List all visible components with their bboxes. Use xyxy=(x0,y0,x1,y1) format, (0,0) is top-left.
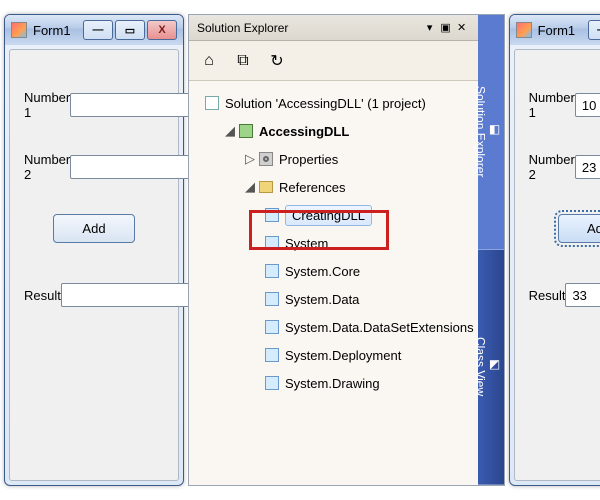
reference-icon xyxy=(263,318,281,336)
titlebar[interactable]: Form1 — ▭ X xyxy=(5,15,183,45)
panel-close-icon[interactable]: ✕ xyxy=(454,21,470,34)
reference-icon xyxy=(263,262,281,280)
tree-references-label: References xyxy=(279,180,345,195)
result-input[interactable] xyxy=(565,283,600,307)
result-label: Result xyxy=(24,288,61,303)
tree-ref-label: System.Data.DataSetExtensions xyxy=(285,320,474,335)
result-label: Result xyxy=(529,288,566,303)
tree-solution-label: Solution 'AccessingDLL' (1 project) xyxy=(225,96,426,111)
project-icon xyxy=(237,122,255,140)
number2-label: Number 2 xyxy=(24,152,70,182)
solution-explorer-body: Solution Explorer ▾ ▣ ✕ ⌂ ⧉ ↻ Solution '… xyxy=(189,15,478,485)
panel-pin-icon[interactable]: ▣ xyxy=(438,21,454,34)
number2-label: Number 2 xyxy=(529,152,575,182)
number2-row: Number 2 xyxy=(529,152,600,182)
tree-ref-label: System.Core xyxy=(285,264,360,279)
reference-icon xyxy=(263,374,281,392)
form1-window-filled: Form1 — ▭ X Number 1 Number 2 Add Result xyxy=(509,14,600,486)
vtab-class-view[interactable]: ◩ Class View xyxy=(478,250,504,485)
add-button[interactable]: Add xyxy=(53,214,134,243)
client-area: Number 1 Number 2 Add Result xyxy=(514,49,600,481)
toolbar-showall-icon[interactable]: ⧉ xyxy=(231,49,255,73)
vertical-tab-strip: ◧ Solution Explorer ◩ Class View xyxy=(478,15,504,485)
solution-explorer-icon: ◧ xyxy=(488,25,502,233)
result-row: Result xyxy=(529,283,600,307)
tree-ref-system-data[interactable]: System.Data xyxy=(193,285,474,313)
folder-icon xyxy=(257,178,275,196)
vtab-label: Class View xyxy=(474,337,488,396)
reference-icon xyxy=(263,206,281,224)
reference-icon xyxy=(263,290,281,308)
panel-title: Solution Explorer xyxy=(197,21,422,35)
number2-row: Number 2 xyxy=(24,152,164,182)
tree-ref-system-core[interactable]: System.Core xyxy=(193,257,474,285)
maximize-button[interactable]: ▭ xyxy=(115,20,145,40)
properties-icon xyxy=(257,150,275,168)
button-row: Add xyxy=(529,214,600,243)
tree-ref-label: System xyxy=(285,236,328,251)
tree-ref-system-data-ext[interactable]: System.Data.DataSetExtensions xyxy=(193,313,474,341)
app-icon xyxy=(516,22,532,38)
vtab-label: Solution Explorer xyxy=(474,86,488,177)
window-title: Form1 xyxy=(538,23,588,38)
class-view-icon: ◩ xyxy=(488,260,502,468)
toolbar-refresh-icon[interactable]: ↻ xyxy=(265,49,289,73)
vtab-solution-explorer[interactable]: ◧ Solution Explorer xyxy=(478,15,504,250)
panel-header[interactable]: Solution Explorer ▾ ▣ ✕ xyxy=(189,15,478,41)
minimize-button[interactable]: — xyxy=(83,20,113,40)
add-button[interactable]: Add xyxy=(558,214,600,243)
number1-label: Number 1 xyxy=(529,90,575,120)
tree-ref-system-deployment[interactable]: System.Deployment xyxy=(193,341,474,369)
close-button[interactable]: X xyxy=(147,20,177,40)
titlebar[interactable]: Form1 — ▭ X xyxy=(510,15,600,45)
expand-icon[interactable]: ▷ xyxy=(243,151,257,167)
tree-ref-creatingdll[interactable]: CreatingDLL xyxy=(193,201,474,229)
tree-solution-node[interactable]: Solution 'AccessingDLL' (1 project) xyxy=(193,89,474,117)
form1-window-empty: Form1 — ▭ X Number 1 Number 2 Add Result xyxy=(4,14,184,486)
solution-tree: Solution 'AccessingDLL' (1 project) ◢ Ac… xyxy=(189,81,478,485)
number1-input[interactable] xyxy=(575,93,600,117)
result-row: Result xyxy=(24,283,164,307)
tree-references-node[interactable]: ◢ References xyxy=(193,173,474,201)
number1-label: Number 1 xyxy=(24,90,70,120)
window-buttons: — ▭ X xyxy=(83,20,177,40)
number1-row: Number 1 xyxy=(24,90,164,120)
number1-row: Number 1 xyxy=(529,90,600,120)
minimize-button[interactable]: — xyxy=(588,20,600,40)
toolbar-home-icon[interactable]: ⌂ xyxy=(197,49,221,73)
tree-ref-system[interactable]: System xyxy=(193,229,474,257)
tree-properties-label: Properties xyxy=(279,152,338,167)
solution-explorer-panel: Solution Explorer ▾ ▣ ✕ ⌂ ⧉ ↻ Solution '… xyxy=(188,14,505,486)
number2-input[interactable] xyxy=(575,155,600,179)
tree-project-node[interactable]: ◢ AccessingDLL xyxy=(193,117,474,145)
expand-icon[interactable]: ◢ xyxy=(223,123,237,139)
solution-icon xyxy=(203,94,221,112)
app-icon xyxy=(11,22,27,38)
panel-toolbar: ⌂ ⧉ ↻ xyxy=(189,41,478,81)
tree-ref-label: System.Data xyxy=(285,292,359,307)
reference-icon xyxy=(263,346,281,364)
window-title: Form1 xyxy=(33,23,83,38)
reference-icon xyxy=(263,234,281,252)
tree-ref-system-drawing[interactable]: System.Drawing xyxy=(193,369,474,397)
tree-project-label: AccessingDLL xyxy=(259,124,349,139)
window-buttons: — ▭ X xyxy=(588,20,600,40)
tree-ref-label: System.Drawing xyxy=(285,376,380,391)
tree-ref-label: System.Deployment xyxy=(285,348,401,363)
tree-ref-label: CreatingDLL xyxy=(285,205,372,226)
client-area: Number 1 Number 2 Add Result xyxy=(9,49,179,481)
button-row: Add xyxy=(24,214,164,243)
panel-menu-icon[interactable]: ▾ xyxy=(422,21,438,34)
tree-properties-node[interactable]: ▷ Properties xyxy=(193,145,474,173)
expand-icon[interactable]: ◢ xyxy=(243,179,257,195)
